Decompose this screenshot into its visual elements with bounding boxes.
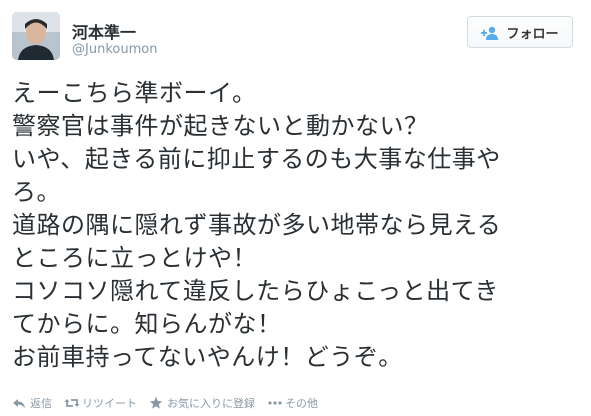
avatar[interactable]: [12, 12, 60, 60]
tweet-line: ところに立っとけや！: [12, 244, 257, 272]
user-handle[interactable]: @Junkoumon: [72, 42, 157, 57]
tweet-line: いや、起きる前に抑止するのも大事な仕事や: [12, 145, 501, 173]
more-action[interactable]: その他: [267, 395, 318, 411]
favorite-label: お気に入りに登録: [167, 397, 255, 410]
add-user-icon: [481, 25, 499, 40]
tweet-header: 河本準一 @Junkoumon フォロー: [12, 12, 579, 64]
favorite-action[interactable]: お気に入りに登録: [149, 395, 255, 411]
reply-label: 返信: [30, 397, 52, 410]
reply-action[interactable]: 返信: [12, 395, 52, 411]
retweet-icon: [64, 396, 80, 410]
follow-button-label: フォロー: [506, 26, 559, 42]
follow-button[interactable]: フォロー: [467, 16, 573, 48]
reply-icon: [12, 396, 26, 410]
tweet-line: 警察官は事件が起きないと動かない？: [12, 112, 429, 140]
tweet-text: えーこちら準ボーイ。 警察官は事件が起きないと動かない？ いや、起きる前に抑止す…: [12, 77, 582, 374]
tweet-line: えーこちら準ボーイ。: [12, 79, 257, 107]
tweet-line: お前車持ってないやんけ！どうぞ。: [12, 343, 403, 371]
user-name[interactable]: 河本準一: [72, 19, 136, 43]
tweet-line: コソコソ隠れて違反したらひょこっと出てき: [12, 277, 499, 305]
more-dots-icon: [267, 396, 282, 410]
star-icon: [149, 396, 163, 410]
retweet-action[interactable]: リツイート: [64, 395, 137, 411]
retweet-label: リツイート: [82, 397, 137, 410]
tweet-line: てからに。知らんがな！: [12, 310, 282, 338]
tweet-actions: 返信 リツイート お気に入りに登録 その他: [12, 392, 318, 414]
more-label: その他: [285, 397, 318, 410]
tweet-line: 道路の隅に隠れず事故が多い地帯なら見える: [12, 211, 502, 239]
tweet-line: ろ。: [12, 178, 61, 206]
